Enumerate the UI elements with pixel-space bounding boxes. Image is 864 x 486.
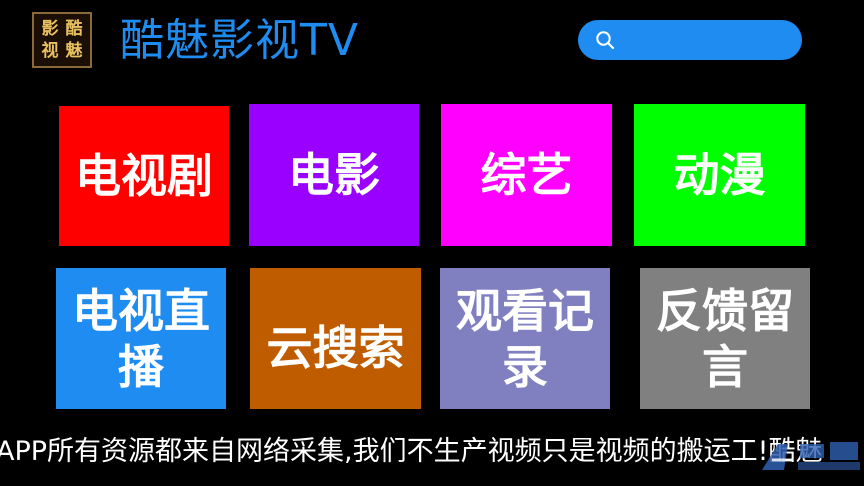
tile-cloud-search[interactable]: 云搜索 — [250, 268, 421, 409]
tile-anime[interactable]: 动漫 — [634, 104, 805, 246]
watermark-logo — [762, 442, 860, 470]
tile-label: 云搜索 — [266, 320, 405, 375]
app-logo: 影 酷 视 魅 — [32, 12, 92, 68]
tile-tv-series[interactable]: 电视剧 — [59, 106, 229, 246]
search-icon — [596, 31, 615, 50]
tile-feedback[interactable]: 反馈留言 — [640, 268, 810, 409]
search-bar[interactable] — [578, 20, 802, 60]
app-title: 酷魅影视TV — [120, 15, 359, 66]
tile-variety[interactable]: 综艺 — [441, 104, 612, 246]
tile-label: 动漫 — [673, 148, 766, 202]
logo-char: 视 — [41, 40, 59, 61]
logo-char: 魅 — [65, 40, 83, 61]
tile-movies[interactable]: 电影 — [249, 104, 419, 246]
notice-ticker: APP所有资源都来自网络采集,我们不生产视频只是视频的搬运工!酷魅 — [0, 432, 864, 472]
tile-live-tv[interactable]: 电视直播 — [56, 268, 226, 409]
tile-label: 电视剧 — [75, 149, 213, 203]
tile-watch-history[interactable]: 观看记录 — [440, 268, 610, 409]
tile-label: 反馈留言 — [656, 283, 794, 394]
tile-label: 电视直播 — [72, 283, 210, 394]
logo-char: 酷 — [65, 18, 83, 39]
tile-label: 电影 — [288, 148, 380, 202]
tile-label: 观看记录 — [456, 283, 594, 394]
logo-char: 影 — [41, 18, 59, 39]
notice-text: APP所有资源都来自网络采集,我们不生产视频只是视频的搬运工!酷魅 — [0, 436, 823, 467]
tile-label: 综艺 — [480, 148, 573, 202]
